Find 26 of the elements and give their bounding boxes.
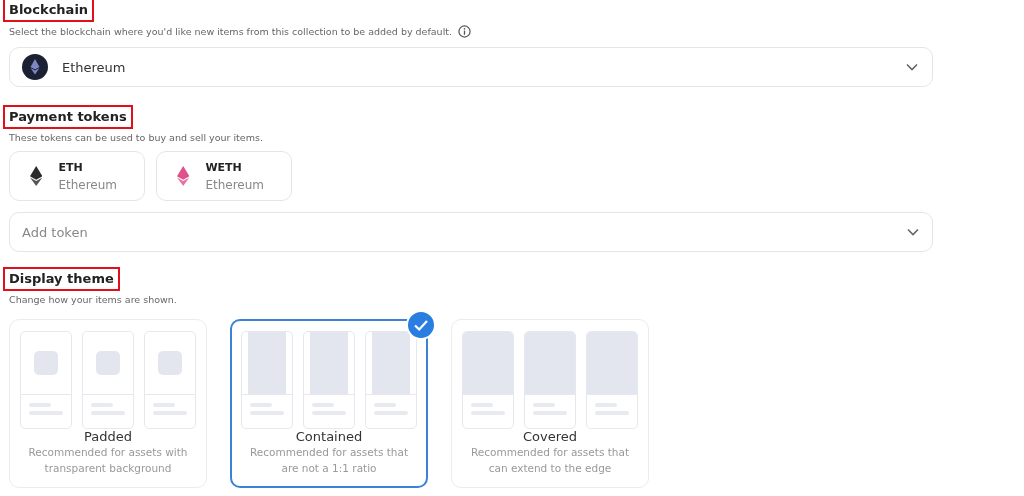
section-description: These tokens can be used to buy and sell your items. <box>9 132 264 143</box>
section-heading: Blockchain <box>5 0 93 20</box>
token-network: Ethereum <box>58 177 117 192</box>
theme-name: Covered <box>523 429 577 444</box>
theme-description: Recommended for assets that can extend to the edge <box>469 445 630 476</box>
section-description: Select the blockchain where you'd like new items from this collection to be added by default. <box>9 26 453 37</box>
theme-description: Recommended for assets with transparent background <box>27 445 189 476</box>
theme-name: Padded <box>84 429 132 444</box>
ethereum-icon <box>22 54 48 80</box>
token-symbol: WETH <box>205 160 243 174</box>
blockchain-select[interactable]: Ethereum <box>9 47 933 87</box>
section-heading: Display theme <box>5 269 118 289</box>
chevron-down-icon <box>907 228 919 236</box>
section-description: Change how your items are shown. <box>9 294 178 305</box>
add-token-field[interactable]: Add token <box>9 212 933 252</box>
theme-option[interactable]: Padded Recommended for assets with transparent background <box>9 319 207 488</box>
theme-description: Recommended for assets that are not a 1:1 ratio <box>248 445 409 476</box>
chevron-down-icon <box>906 63 918 71</box>
info-icon <box>458 25 472 38</box>
token-network: Ethereum <box>205 177 264 192</box>
section-heading: Payment tokens <box>5 107 131 127</box>
token-symbol: ETH <box>58 160 84 174</box>
theme-name: Contained <box>295 429 363 444</box>
theme-option[interactable]: Contained Recommended for assets that are not a 1:1 ratio <box>230 319 428 488</box>
theme-option[interactable]: Covered Recommended for assets that can extend to the edge <box>451 319 649 488</box>
check-icon <box>406 310 436 340</box>
